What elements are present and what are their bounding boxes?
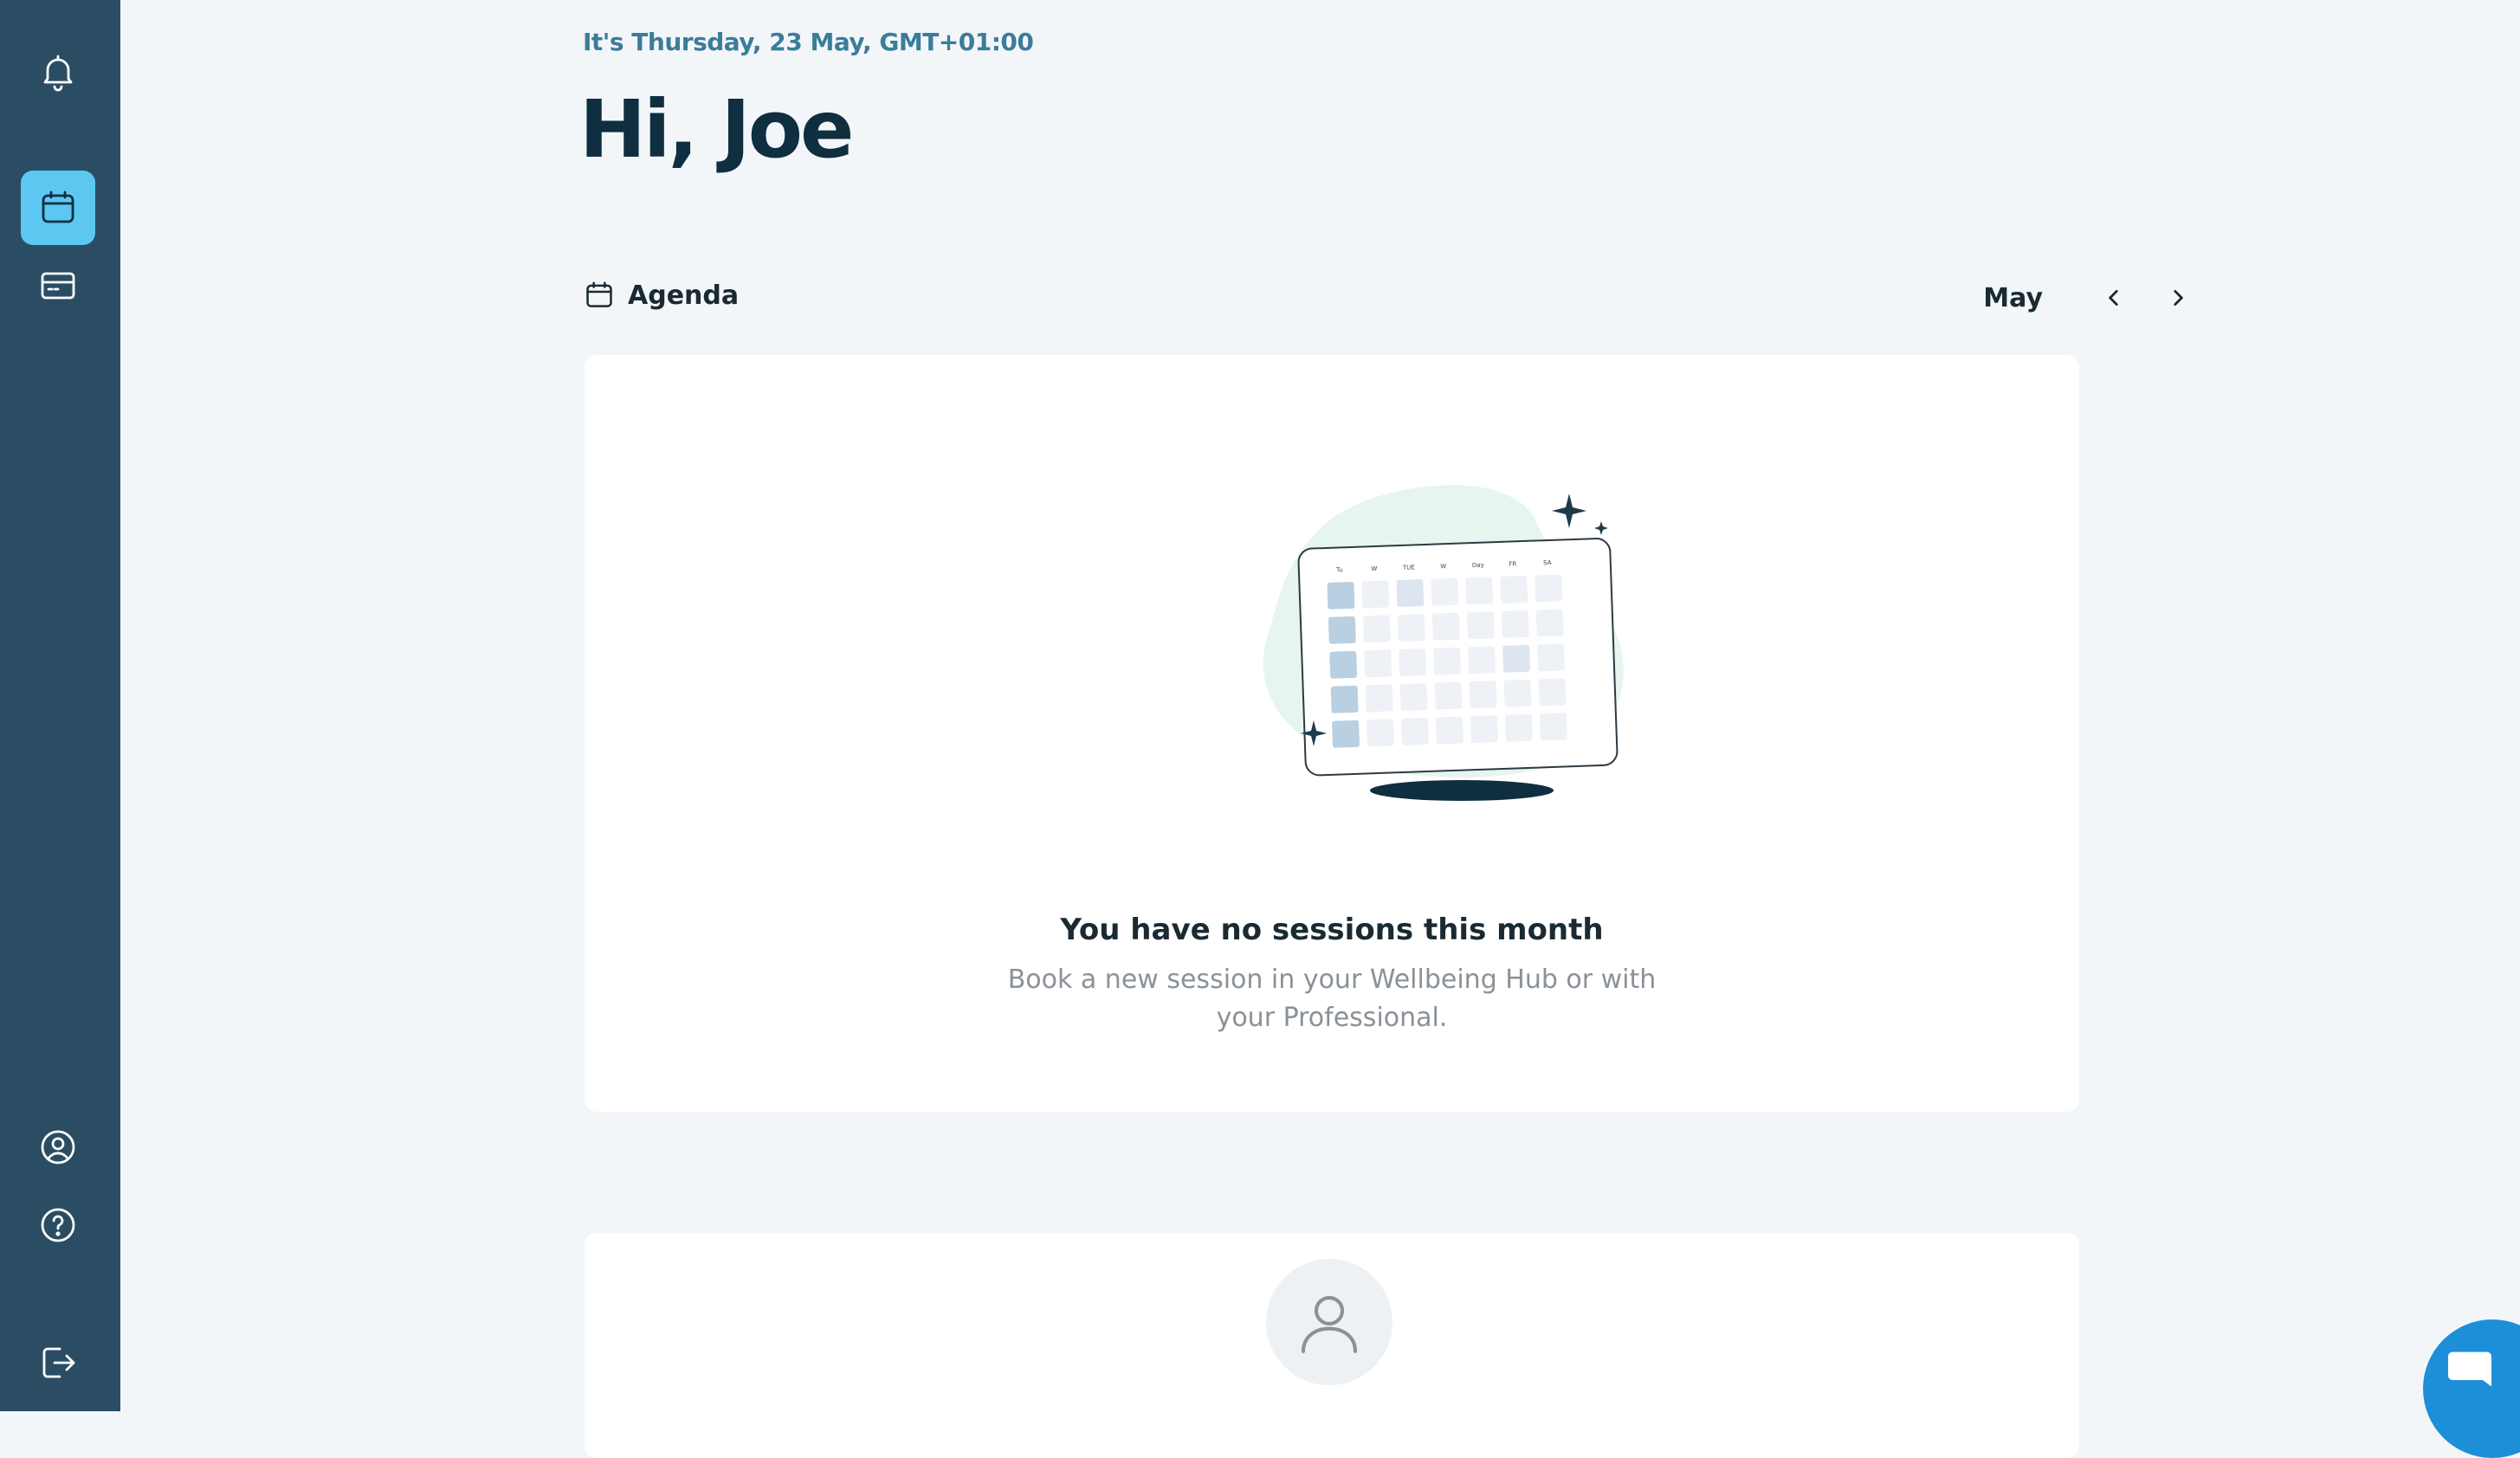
- month-navigator: May: [1903, 279, 2197, 317]
- current-date: It's Thursday, 23 May, GMT+01:00: [583, 28, 1034, 56]
- illustration-day-label: FR: [1509, 560, 1516, 567]
- logout-icon: [42, 1347, 75, 1378]
- illustration-day-cell: [1367, 719, 1394, 747]
- question-circle-icon: [41, 1208, 75, 1242]
- help-nav-button[interactable]: [21, 1188, 95, 1262]
- chevron-right-icon: [2174, 290, 2183, 306]
- empty-state-subtitle: Book a new session in your Wellbeing Hub…: [1007, 964, 1657, 1033]
- illustration-day-label: Day: [1472, 562, 1484, 569]
- illustration-day-cell: [1364, 649, 1392, 678]
- calendar-icon: [42, 190, 74, 223]
- illustration-day-cell: [1500, 575, 1528, 603]
- illustration-day-cell: [1504, 713, 1533, 742]
- illustration-day-cell: [1399, 648, 1427, 676]
- illustration-day-cell: [1433, 647, 1462, 675]
- illustration-day-cell: [1470, 715, 1498, 744]
- illustration-day-cell: [1539, 713, 1567, 741]
- user-icon: [1301, 1295, 1358, 1353]
- previous-month-button[interactable]: [2095, 279, 2133, 317]
- illustration-day-cell: [1431, 612, 1460, 641]
- illustration-day-cell: [1332, 719, 1360, 748]
- illustration-day-cell: [1503, 679, 1532, 707]
- illustration-day-cell: [1431, 577, 1459, 606]
- next-month-button[interactable]: [2159, 279, 2197, 317]
- illustration-day-label: SA: [1543, 559, 1552, 566]
- agenda-nav-button[interactable]: [21, 171, 95, 245]
- illustration-day-cell: [1465, 577, 1494, 605]
- user-circle-icon: [41, 1130, 75, 1164]
- illustration-day-cell: [1399, 683, 1428, 711]
- illustration-day-cell: [1535, 574, 1563, 603]
- illustration-day-cell: [1535, 609, 1564, 637]
- agenda-title: Agenda: [628, 280, 740, 311]
- illustration-day-label: W: [1371, 565, 1377, 572]
- illustration-day-cell: [1466, 611, 1495, 640]
- illustration-day-label: Tu: [1335, 566, 1343, 573]
- illustration-day-label: TUE: [1402, 564, 1415, 571]
- illustration-day-cell: [1397, 614, 1425, 642]
- avatar: [1266, 1259, 1392, 1385]
- illustration-day-cell: [1361, 580, 1390, 609]
- illustration-day-cell: [1362, 615, 1391, 643]
- illustration-day-cell: [1468, 646, 1496, 674]
- illustration-day-cell: [1469, 681, 1497, 709]
- illustration-day-cell: [1501, 610, 1529, 638]
- illustration-day-cell: [1538, 678, 1567, 706]
- illustration-day-cell: [1365, 684, 1393, 713]
- bell-icon: [43, 55, 73, 92]
- illustration-day-cell: [1434, 681, 1463, 710]
- agenda-header: Agenda: [583, 279, 739, 312]
- sidebar: [0, 0, 120, 1411]
- illustration-day-cell: [1330, 685, 1359, 713]
- card-icon: [41, 272, 75, 300]
- professional-card: [585, 1233, 2079, 1458]
- notifications-button[interactable]: [21, 35, 95, 109]
- illustration-day-cell: [1327, 581, 1355, 610]
- illustration-day-cell: [1329, 650, 1358, 679]
- illustration-day-cell: [1502, 644, 1531, 673]
- page-title: Hi, Joe: [579, 83, 854, 176]
- empty-state-title: You have no sessions this month: [1060, 913, 1604, 947]
- payments-nav-button[interactable]: [21, 248, 95, 323]
- illustration-day-cell: [1436, 716, 1464, 745]
- illustration-day-cell: [1328, 616, 1356, 644]
- agenda-card: Tu W TUE W Day FR SA You have no session…: [585, 355, 2079, 1112]
- illustration-day-cell: [1396, 579, 1425, 608]
- main-content: It's Thursday, 23 May, GMT+01:00 Hi, Joe…: [120, 0, 2520, 1458]
- profile-nav-button[interactable]: [21, 1110, 95, 1184]
- logout-button[interactable]: [21, 1326, 95, 1400]
- illustration-day-cell: [1401, 718, 1429, 745]
- empty-calendar-illustration: Tu W TUE W Day FR SA: [1263, 485, 1624, 801]
- month-label: May: [1983, 282, 2043, 313]
- illustration-day-label: W: [1440, 563, 1446, 570]
- chat-bubble-icon: [2448, 1352, 2491, 1387]
- illustration-day-cell: [1537, 643, 1566, 672]
- chevron-left-icon: [2109, 290, 2118, 306]
- calendar-icon: [586, 281, 612, 307]
